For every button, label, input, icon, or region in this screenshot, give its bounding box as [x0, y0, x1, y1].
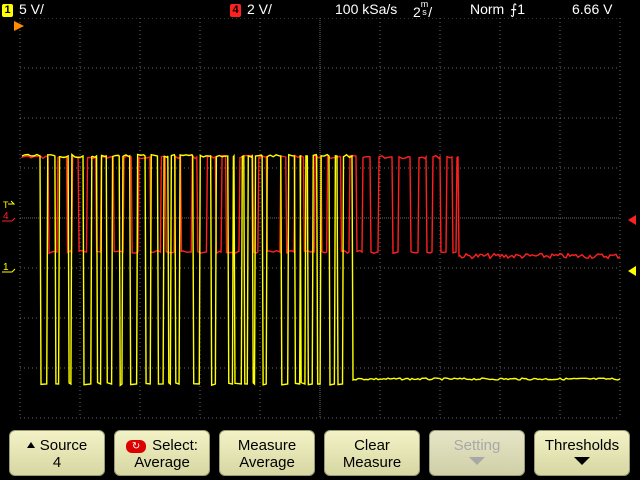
- down-triangle-icon: [469, 457, 485, 465]
- setting-softkey[interactable]: Setting: [429, 430, 525, 476]
- select-label: Select:: [152, 437, 198, 454]
- clear-label-2: Measure: [342, 454, 402, 471]
- trigger-marker-label: T: [3, 200, 9, 210]
- thresholds-softkey[interactable]: Thresholds: [534, 430, 630, 476]
- waveform-display[interactable]: 1 4 T: [0, 18, 640, 424]
- select-knob-icon: ↻: [126, 440, 147, 453]
- source-label: Source: [39, 437, 88, 454]
- trigger-source-value: 1: [517, 1, 526, 17]
- ch4-marker-label: 4: [3, 211, 9, 222]
- trigger-source: ⨍1: [510, 0, 525, 18]
- trigger-mode: Norm: [470, 1, 505, 17]
- sample-rate: 100 kSa/s: [335, 1, 398, 17]
- clear-measure-softkey[interactable]: Clear Measure: [324, 430, 420, 476]
- ch1-marker-label: 1: [3, 262, 9, 273]
- clear-label: Clear: [354, 437, 390, 454]
- measure-label: Measure: [237, 437, 297, 454]
- timebase-readout[interactable]: 2 m s /: [413, 0, 432, 20]
- source-value: 4: [52, 454, 62, 471]
- select-softkey[interactable]: ↻ Select: Average: [114, 430, 210, 476]
- ch4-scale: 2 V/: [247, 1, 272, 17]
- setting-label: Setting: [453, 437, 501, 454]
- measure-average-softkey[interactable]: Measure Average: [219, 430, 315, 476]
- softkey-bar: Source 4 ↻ Select: Average Measure Averag…: [0, 424, 640, 480]
- status-bar: 1 5 V/ 4 2 V/ 100 kSa/s 2 m s / Norm ⨍1 6.66 …: [0, 0, 640, 20]
- ch1-scale-readout[interactable]: 1 5 V/: [2, 0, 44, 18]
- select-label-line: ↻ Select:: [126, 437, 198, 454]
- ch4-badge: 4: [230, 4, 241, 17]
- ch1-scale: 5 V/: [19, 1, 44, 17]
- select-value: Average: [134, 454, 190, 471]
- thresholds-label: Thresholds: [544, 437, 620, 454]
- source-label-line: Source: [26, 437, 88, 454]
- down-triangle-icon: [574, 457, 590, 465]
- ch4-scale-readout[interactable]: 4 2 V/: [230, 0, 272, 18]
- source-softkey[interactable]: Source 4: [9, 430, 105, 476]
- up-triangle-icon: [26, 442, 35, 448]
- measure-value: Average: [239, 454, 295, 471]
- trigger-level: 6.66 V: [572, 1, 613, 17]
- ch1-badge: 1: [2, 4, 13, 17]
